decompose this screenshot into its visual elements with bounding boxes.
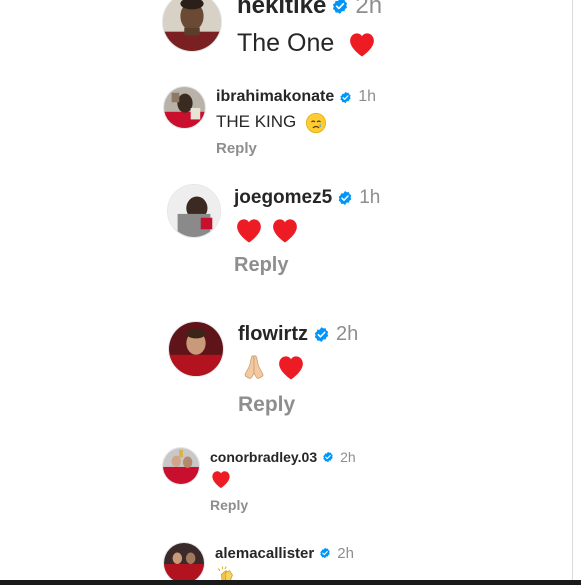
comment-time: 2h <box>340 449 356 465</box>
comment-alemacallister: alemacallister 2h <box>0 535 572 580</box>
avatar[interactable] <box>162 447 200 485</box>
avatar[interactable] <box>168 321 224 377</box>
heart-icon <box>276 353 306 381</box>
comment-hekitike: hekitike 2h The One <box>0 0 572 70</box>
scroll-edge <box>572 0 573 585</box>
reply-button[interactable]: Reply <box>234 254 288 277</box>
avatar-photo-icon <box>164 543 204 580</box>
avatar-photo-icon <box>168 185 220 237</box>
comment-time: 2h <box>355 0 383 19</box>
crying-face-icon <box>305 112 327 134</box>
heart-icon <box>270 216 300 244</box>
heart-icon <box>234 216 264 244</box>
comment-text: THE KING <box>216 112 297 131</box>
avatar[interactable] <box>163 86 206 129</box>
comment-username[interactable]: joegomez5 <box>234 187 332 209</box>
comment-username[interactable]: hekitike <box>237 0 326 20</box>
comment-username[interactable]: alemacallister <box>215 545 314 562</box>
bottom-edge <box>0 580 581 585</box>
comment-time: 2h <box>337 544 354 562</box>
comment-flowirtz: flowirtz 2h Reply <box>0 315 572 425</box>
avatar-photo-icon <box>163 448 199 484</box>
avatar[interactable] <box>162 0 222 52</box>
comment-time: 2h <box>336 322 359 345</box>
heart-icon <box>347 30 377 58</box>
heart-icon <box>210 469 232 489</box>
comment-ibrahimakonate: ibrahimakonate 1h THE KING Reply <box>0 80 572 160</box>
comment-time: 1h <box>359 187 381 208</box>
avatar[interactable] <box>163 542 205 580</box>
reply-button[interactable]: Reply <box>216 140 257 157</box>
comment-conorbradley: conorbradley.03 2h Reply <box>0 440 572 520</box>
verified-badge-icon <box>331 0 349 15</box>
avatar-photo-icon <box>169 322 223 376</box>
verified-badge-icon <box>313 326 330 343</box>
verified-badge-icon <box>337 190 353 206</box>
comment-username[interactable]: conorbradley.03 <box>210 449 317 465</box>
folded-hands-icon <box>238 352 270 382</box>
verified-badge-icon <box>339 91 352 104</box>
reply-button[interactable]: Reply <box>210 497 248 513</box>
comment-text: The One <box>237 29 335 57</box>
reply-button[interactable]: Reply <box>238 393 295 417</box>
comment-joegomez5: joegomez5 1h Reply <box>0 180 572 280</box>
comment-username[interactable]: flowirtz <box>238 323 308 346</box>
comment-time: 1h <box>358 88 377 105</box>
verified-badge-icon <box>322 451 334 463</box>
avatar[interactable] <box>167 184 221 238</box>
clapping-hands-icon <box>215 566 237 580</box>
verified-badge-icon <box>319 547 331 559</box>
avatar-photo-icon <box>164 87 205 128</box>
avatar-photo-icon <box>163 0 221 51</box>
comment-username[interactable]: ibrahimakonate <box>216 88 334 106</box>
